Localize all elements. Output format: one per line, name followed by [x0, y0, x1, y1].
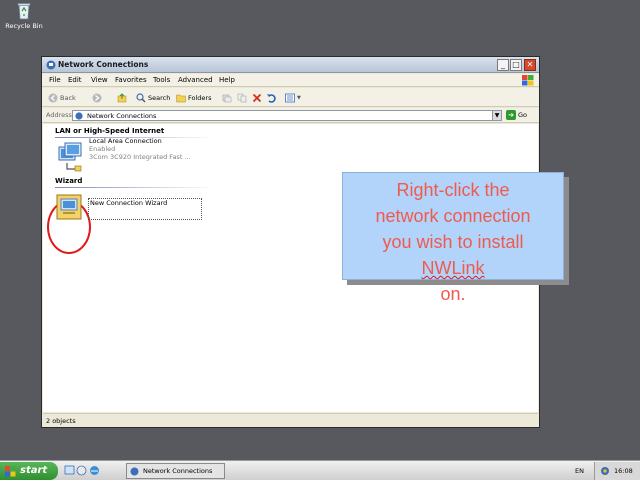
taskbar-window-label: Network Connections — [143, 467, 213, 475]
search-button[interactable]: Search — [136, 91, 170, 104]
system-tray: 16:08 — [594, 462, 640, 480]
menu-file[interactable]: File — [49, 76, 61, 84]
lan-connection-name: Local Area Connection — [89, 137, 162, 145]
undo-button[interactable] — [266, 91, 278, 104]
undo-icon — [266, 93, 276, 103]
folders-label: Folders — [188, 93, 212, 102]
menu-advanced[interactable]: Advanced — [178, 76, 213, 84]
menu-favorites[interactable]: Favorites — [115, 76, 147, 84]
delete-button[interactable] — [252, 91, 264, 104]
back-button[interactable]: Back — [48, 91, 76, 104]
minimize-button[interactable]: _ — [497, 59, 509, 71]
back-label: Back — [60, 93, 76, 102]
language-indicator[interactable]: EN — [575, 467, 584, 475]
network-connections-icon — [130, 467, 139, 476]
wizard-item[interactable]: New Connection Wizard — [90, 199, 167, 207]
address-dropdown-icon[interactable]: ▼ — [492, 111, 501, 120]
network-connections-icon — [75, 112, 83, 120]
go-button[interactable]: ➜ Go — [506, 110, 527, 120]
move-to-icon — [222, 93, 232, 103]
move-to-button[interactable] — [222, 91, 234, 104]
callout-line-4-rest: on. — [440, 284, 466, 304]
copy-to-icon — [237, 93, 247, 103]
callout-nwlink-word: NWLink — [421, 258, 485, 278]
network-connections-icon — [46, 60, 56, 70]
go-arrow-icon: ➜ — [506, 110, 516, 120]
search-label: Search — [148, 93, 171, 102]
group-header-lan: LAN or High-Speed Internet — [55, 127, 165, 135]
menu-view[interactable]: View — [91, 76, 108, 84]
up-folder-icon — [117, 92, 127, 103]
delete-icon — [252, 93, 262, 103]
taskbar-window-button[interactable]: Network Connections — [126, 463, 225, 479]
forward-icon — [92, 93, 102, 103]
lan-connection-item[interactable]: Local Area Connection Enabled 3Com 3C920… — [89, 137, 191, 161]
callout-line-3: you wish to install — [382, 232, 524, 252]
back-icon — [48, 93, 58, 103]
folders-icon — [176, 93, 186, 103]
windows-flag-icon — [5, 466, 16, 477]
start-button[interactable]: start — [0, 462, 58, 480]
recycle-bin-desktop-icon[interactable]: Recycle Bin — [4, 2, 44, 30]
address-label: Address — [46, 111, 72, 119]
menu-bar: File Edit View Favorites Tools Advanced … — [42, 74, 539, 87]
wizard-name: New Connection Wizard — [90, 199, 168, 207]
up-folder-button[interactable] — [117, 91, 129, 104]
start-label: start — [20, 465, 48, 476]
quicklaunch-browser-icon[interactable] — [89, 465, 100, 476]
copy-to-button[interactable] — [237, 91, 249, 104]
recycle-bin-label: Recycle Bin — [5, 22, 43, 30]
lan-connection-icon[interactable] — [55, 141, 87, 173]
wizard-icon[interactable] — [55, 193, 83, 221]
chevron-down-icon: ▼ — [297, 94, 301, 101]
recycle-bin-icon — [14, 2, 34, 20]
toolbar: Back Search Folders ▼ — [42, 88, 539, 107]
group-divider — [55, 187, 215, 188]
menu-edit[interactable]: Edit — [68, 76, 82, 84]
window-title: Network Connections — [58, 60, 149, 69]
quicklaunch-media-icon[interactable] — [76, 465, 87, 476]
windows-logo-icon — [522, 75, 534, 86]
lan-connection-status: Enabled — [89, 145, 116, 153]
address-value: Network Connections — [87, 112, 157, 120]
close-button[interactable]: ✕ — [524, 59, 536, 71]
folders-button[interactable]: Folders — [176, 91, 211, 104]
title-bar[interactable]: Network Connections _ □ ✕ — [42, 57, 539, 73]
taskbar: start Network Connections EN 16:08 — [0, 460, 640, 480]
lan-connection-device: 3Com 3C920 Integrated Fast ... — [89, 153, 191, 161]
status-bar: 2 objects — [43, 413, 538, 427]
views-button[interactable]: ▼ — [285, 91, 301, 104]
search-icon — [136, 92, 146, 103]
quicklaunch-desktop-icon[interactable] — [64, 465, 75, 476]
address-bar: Address Network Connections ▼ ➜ Go — [42, 108, 539, 123]
callout-line-1: Right-click the — [396, 180, 510, 200]
instruction-callout: Right-click the network connection you w… — [342, 172, 564, 304]
group-header-wizard: Wizard — [55, 177, 83, 185]
address-field[interactable]: Network Connections ▼ — [72, 110, 502, 121]
go-label: Go — [518, 111, 528, 119]
forward-button[interactable] — [92, 91, 104, 104]
menu-tools[interactable]: Tools — [153, 76, 170, 84]
menu-help[interactable]: Help — [219, 76, 235, 84]
callout-line-2: network connection — [375, 206, 531, 226]
callout-line-4: NWLink on. — [343, 255, 563, 307]
network-tray-icon[interactable] — [600, 466, 610, 476]
views-icon — [285, 93, 295, 103]
clock[interactable]: 16:08 — [614, 467, 633, 475]
maximize-button[interactable]: □ — [510, 59, 522, 71]
status-text: 2 objects — [46, 417, 76, 425]
